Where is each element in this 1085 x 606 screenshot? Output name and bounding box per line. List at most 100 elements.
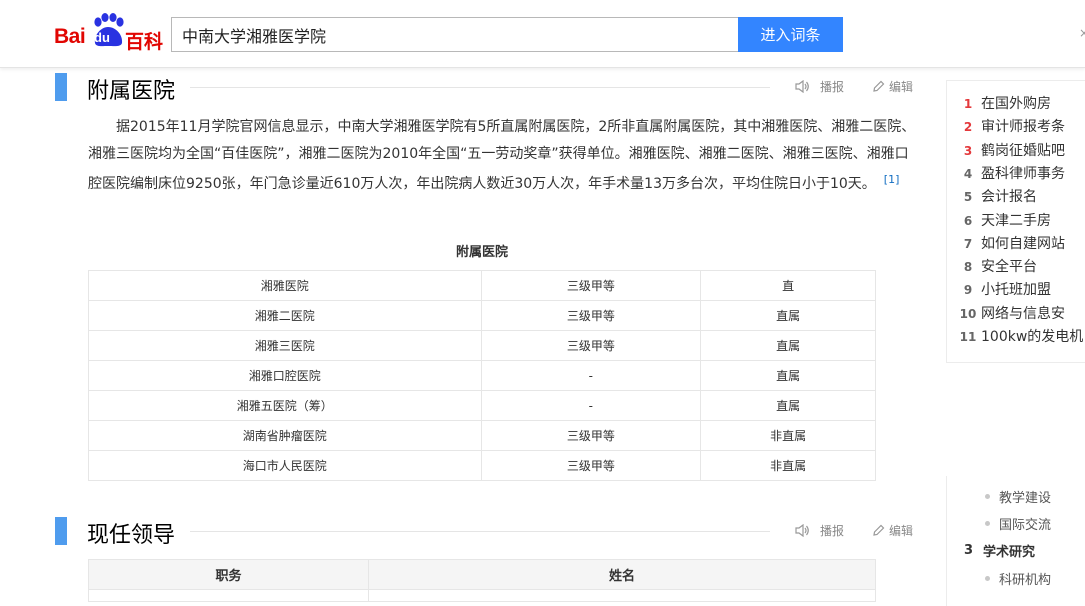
hospital-type-cell: 非直属	[700, 420, 876, 451]
search-input[interactable]	[171, 17, 739, 52]
table-row: 湘雅三医院 三级甲等 直属	[88, 330, 876, 361]
table-caption: 附属医院	[455, 245, 508, 260]
table-row: 湖南省肿瘤医院 三级甲等 非直属	[88, 420, 876, 451]
hospital-grade-cell: -	[480, 360, 702, 391]
column-header-name: 姓名	[368, 559, 876, 590]
hot-list-item[interactable]: 8 安全平台	[959, 256, 1037, 276]
hot-list-rank: 2	[963, 120, 973, 135]
hot-list-rank: 11	[959, 330, 977, 344]
toc-item-international[interactable]: 国际交流	[985, 514, 1051, 533]
leaders-table: 职务 姓名	[88, 559, 876, 602]
hot-list-rank: 10	[959, 306, 977, 321]
hot-list-item[interactable]: 3 鹤岗征婚贴吧	[959, 140, 1065, 160]
hot-list-label: 在国外购房	[981, 96, 1051, 112]
hot-list-rank: 4	[963, 166, 973, 181]
table-row: 湘雅五医院（筹） - 直属	[88, 390, 876, 421]
column-header-position: 职务	[88, 559, 369, 590]
play-button[interactable]: 播报	[795, 78, 844, 95]
logo-text-baike: 百科	[125, 31, 164, 53]
hot-list-label: 审计师报考条	[981, 119, 1065, 136]
hospital-type-cell: 直属	[700, 330, 876, 361]
hot-list-label: 安全平台	[981, 259, 1037, 276]
hospital-name-cell[interactable]: 海口市人民医院	[88, 450, 482, 481]
section-title-bar	[55, 73, 67, 101]
hot-list-label: 会计报名	[981, 189, 1037, 206]
bullet-icon	[985, 576, 990, 581]
hot-list-rank: 8	[963, 260, 973, 275]
hot-list-item[interactable]: 2 审计师报考条	[959, 116, 1065, 136]
hospital-name-cell[interactable]: 湖南省肿瘤医院	[88, 420, 482, 451]
edit-button[interactable]: 编辑	[872, 78, 913, 95]
hot-list-item[interactable]: 6 天津二手房	[959, 210, 1051, 230]
edit-button[interactable]: 编辑	[872, 522, 913, 539]
hot-list-label: 天津二手房	[981, 212, 1051, 229]
toc-item-label: 国际交流	[999, 518, 1052, 533]
toc-item-label: 科研机构	[999, 573, 1052, 588]
hospital-type-cell: 直属	[700, 390, 876, 421]
hospital-name-cell[interactable]: 湘雅五医院（筹）	[88, 390, 482, 421]
hot-list-item[interactable]: 9 小托班加盟	[959, 279, 1051, 299]
toc-item-research[interactable]: 3 学术研究	[964, 541, 1035, 560]
hot-list-rank: 6	[963, 213, 973, 228]
section-title-affiliated-hospitals: 附属医院	[87, 79, 176, 104]
section-title-bar	[55, 517, 67, 545]
hot-list-label: 小托班加盟	[981, 282, 1051, 299]
top-header: Bai du 百科 进入词条 ×	[0, 0, 1085, 68]
hot-list-label: 100kw的发电机	[981, 329, 1084, 345]
section-title-current-leaders: 现任领导	[87, 523, 176, 548]
hospital-grade-cell: 三级甲等	[480, 420, 702, 451]
hot-list-rank: 9	[963, 283, 973, 298]
section-paragraph: 据2015年11月学院官网信息显示，中南大学湘雅医学院有5所直属附属医院，2所非…	[88, 114, 918, 198]
hot-list-rank: 3	[963, 143, 973, 158]
table-row: 湘雅医院 三级甲等直	[88, 270, 876, 301]
play-button[interactable]: 播报	[795, 522, 844, 539]
hospital-type-cell: 直	[700, 270, 876, 301]
hot-list-rank: 7	[963, 236, 973, 251]
hot-list-item[interactable]: 11 100kw的发电机	[959, 326, 1084, 346]
hospital-grade-cell: 三级甲等	[480, 330, 702, 361]
hospital-grade-cell: 三级甲等	[480, 270, 702, 301]
hot-list-item[interactable]: 10 网络与信息安	[959, 303, 1065, 323]
hot-list-item[interactable]: 1 在国外购房	[959, 93, 1051, 113]
close-icon[interactable]: ×	[1079, 26, 1085, 40]
hot-list-rank: 5	[963, 190, 973, 205]
hospital-name-cell[interactable]: 湘雅医院	[88, 270, 482, 301]
edit-label: 编辑	[889, 80, 914, 94]
toc-item-label: 教学建设	[999, 491, 1052, 506]
hot-list-label: 如何自建网站	[981, 235, 1065, 252]
toc-item-teaching[interactable]: 教学建设	[985, 487, 1051, 506]
bullet-icon	[985, 521, 990, 526]
enter-entry-button[interactable]: 进入词条	[738, 17, 843, 52]
table-row: 湘雅口腔医院 - 直属	[88, 360, 876, 391]
logo-text-bai: Bai	[54, 25, 86, 48]
play-label: 播报	[820, 524, 845, 538]
hot-search-list: 1 在国外购房 2 审计师报考条 3 鹤岗征婚贴吧 4 盈科律师事务 5 会计报名 6 天津二手房 7 如…	[946, 80, 1085, 363]
hospital-grade-cell: 三级甲等	[480, 450, 702, 481]
hot-list-label: 网络与信息安	[981, 305, 1065, 322]
hospital-name-cell[interactable]: 湘雅三医院	[88, 330, 482, 361]
hot-list-label: 鹤岗征婚贴吧	[981, 142, 1065, 159]
hospital-grade-cell: 三级甲等	[480, 300, 702, 331]
toc-item-label: 学术研究	[983, 545, 1036, 560]
hot-list-label: 盈科律师事务	[981, 165, 1065, 182]
logo-text-du: du	[94, 30, 110, 45]
hot-list-item[interactable]: 7 如何自建网站	[959, 233, 1065, 253]
toc-item-institutes[interactable]: 科研机构	[985, 569, 1051, 588]
reference-link[interactable]: [1]	[884, 173, 900, 186]
hospital-type-cell: 直属	[700, 360, 876, 391]
baidu-baike-logo[interactable]: Bai du 百科	[54, 13, 164, 53]
hospitals-table: 湘雅医院 三级甲等直湘雅二医院 三级甲等 直属 湘雅三医院 三级甲等 直属 湘雅口腔医院 - 直属…	[88, 270, 876, 481]
table-of-contents: 教学建设 国际交流 3 学术研究 科研机构	[946, 476, 1085, 606]
edit-label: 编辑	[889, 524, 914, 538]
speaker-icon	[795, 80, 809, 93]
hospital-name-cell[interactable]: 湘雅口腔医院	[88, 360, 482, 391]
hot-list-item[interactable]: 4 盈科律师事务	[959, 163, 1065, 183]
hot-list-item[interactable]: 5 会计报名	[959, 186, 1037, 206]
hospital-grade-cell: -	[480, 390, 702, 421]
hospital-type-cell: 直属	[700, 300, 876, 331]
speaker-icon	[795, 524, 809, 537]
toc-item-number: 3	[964, 543, 974, 558]
hospital-name-cell[interactable]: 湘雅二医院	[88, 300, 482, 331]
pencil-icon	[873, 80, 885, 92]
table-row: 海口市人民医院 三级甲等 非直属	[88, 450, 876, 481]
